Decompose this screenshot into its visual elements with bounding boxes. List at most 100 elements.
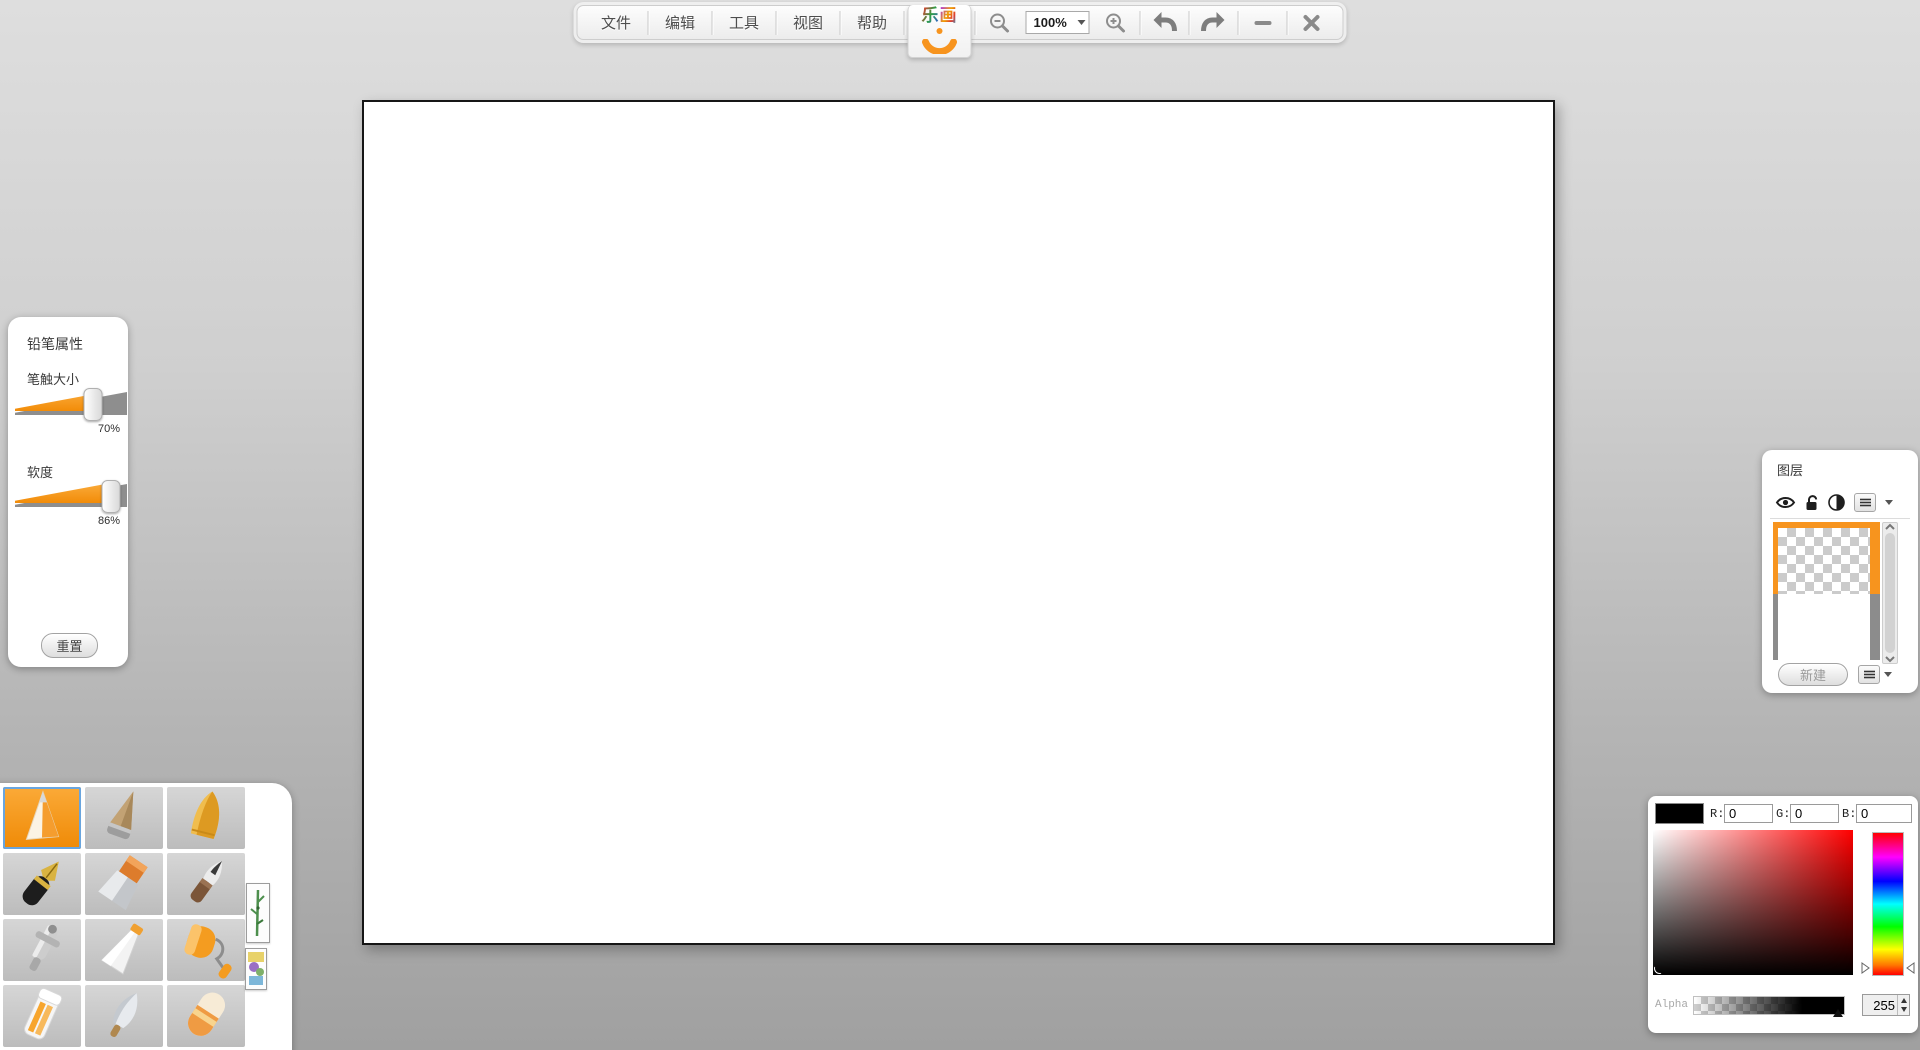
tool-palette-knife[interactable] bbox=[85, 985, 163, 1047]
main-toolbar: 文件 编辑 工具 视图 帮助 乐画 bbox=[574, 2, 1347, 43]
menu-edit[interactable]: 编辑 bbox=[650, 6, 711, 39]
chevron-down-icon[interactable] bbox=[1885, 500, 1893, 505]
preview-thumbnail-flower[interactable] bbox=[245, 948, 267, 990]
current-color-swatch bbox=[1655, 803, 1704, 824]
scroll-up-icon[interactable] bbox=[1885, 523, 1895, 531]
alpha-marker-icon[interactable] bbox=[1833, 1009, 1843, 1017]
contrast-icon[interactable] bbox=[1828, 494, 1845, 511]
undo-button[interactable] bbox=[1142, 6, 1188, 39]
chevron-down-icon bbox=[1078, 20, 1086, 25]
preview-thumbnail-bamboo[interactable] bbox=[246, 883, 270, 943]
slider-handle[interactable] bbox=[102, 480, 121, 513]
blue-label: B: bbox=[1842, 807, 1856, 821]
softness-value: 86% bbox=[98, 515, 120, 527]
menu-tools[interactable]: 工具 bbox=[714, 6, 775, 39]
panel-handle[interactable] bbox=[260, 803, 288, 859]
minimize-button[interactable] bbox=[1240, 6, 1286, 39]
unlock-icon[interactable] bbox=[1805, 495, 1819, 511]
alpha-value-field[interactable] bbox=[1863, 995, 1897, 1015]
color-cursor[interactable] bbox=[1654, 963, 1665, 974]
tool-airbrush[interactable] bbox=[3, 919, 81, 981]
hue-marker-left-icon[interactable] bbox=[1861, 962, 1870, 974]
toolbar-separator bbox=[1189, 11, 1190, 35]
toolbar-separator bbox=[904, 11, 905, 35]
paint-tube-icon bbox=[85, 919, 163, 981]
brush-size-slider[interactable] bbox=[15, 389, 127, 419]
zoom-in-button[interactable] bbox=[1093, 6, 1139, 39]
tool-paint-tube[interactable] bbox=[85, 919, 163, 981]
eraser-icon bbox=[167, 985, 245, 1047]
softness-label: 软度 bbox=[27, 462, 53, 481]
layer-options-icon bbox=[1864, 670, 1875, 679]
undo-icon bbox=[1152, 11, 1178, 34]
alpha-spinner bbox=[1862, 994, 1910, 1016]
minimize-icon bbox=[1254, 21, 1271, 25]
close-button[interactable] bbox=[1289, 6, 1335, 39]
scrollbar-thumb[interactable] bbox=[1885, 533, 1895, 653]
saturation-value-gradient[interactable] bbox=[1653, 830, 1853, 975]
green-label: G: bbox=[1776, 807, 1790, 821]
toolbar-separator bbox=[975, 11, 976, 35]
charcoal-pencil-icon bbox=[85, 787, 163, 849]
menu-help[interactable]: 帮助 bbox=[842, 6, 903, 39]
alpha-slider[interactable] bbox=[1693, 996, 1845, 1015]
layer-item-1[interactable] bbox=[1773, 522, 1880, 594]
slider-fill bbox=[15, 484, 111, 503]
crayon-icon bbox=[167, 787, 245, 849]
tool-charcoal-pencil[interactable] bbox=[85, 787, 163, 849]
green-value-field[interactable] bbox=[1790, 804, 1839, 823]
slider-handle[interactable] bbox=[84, 388, 103, 421]
app-logo: 乐画 bbox=[908, 5, 972, 58]
layer-item-2[interactable] bbox=[1773, 594, 1880, 660]
redo-button[interactable] bbox=[1191, 6, 1237, 39]
brush-size-value: 70% bbox=[98, 423, 120, 435]
tool-paste-stick[interactable] bbox=[3, 985, 81, 1047]
menu-view[interactable]: 视图 bbox=[778, 6, 839, 39]
reset-button[interactable]: 重置 bbox=[41, 633, 98, 658]
panel-handle[interactable] bbox=[1747, 486, 1775, 542]
zoom-level-select[interactable]: 100% bbox=[1026, 11, 1090, 34]
red-label: R: bbox=[1710, 807, 1724, 821]
new-layer-button[interactable]: 新建 bbox=[1778, 663, 1848, 686]
hue-slider[interactable] bbox=[1872, 832, 1904, 976]
panel-grip-icon bbox=[263, 807, 287, 863]
layers-toolbar bbox=[1775, 493, 1893, 512]
alpha-label: Alpha bbox=[1655, 999, 1688, 1011]
tool-pencil[interactable] bbox=[3, 787, 81, 849]
zoom-out-icon bbox=[989, 12, 1011, 34]
layer-options-button[interactable] bbox=[1858, 665, 1880, 684]
spinner-up-icon[interactable] bbox=[1901, 998, 1907, 1003]
panel-title: 铅笔属性 bbox=[27, 334, 83, 354]
close-icon bbox=[1303, 14, 1321, 32]
scroll-down-icon[interactable] bbox=[1885, 655, 1895, 663]
blue-value-field[interactable] bbox=[1856, 804, 1912, 823]
app-logo-text: 乐画 bbox=[909, 5, 971, 27]
visibility-eye-icon[interactable] bbox=[1775, 495, 1796, 510]
toolbar-separator bbox=[1238, 11, 1239, 35]
toolbar-separator bbox=[840, 11, 841, 35]
panel-title: 图层 bbox=[1777, 460, 1803, 479]
tool-flat-brush[interactable] bbox=[85, 853, 163, 915]
tool-ink-brush[interactable] bbox=[167, 853, 245, 915]
paint-roller-icon bbox=[167, 919, 245, 981]
layer-menu-button[interactable] bbox=[1854, 493, 1876, 512]
fountain-pen-icon bbox=[3, 853, 81, 915]
redo-icon bbox=[1201, 11, 1227, 34]
panel-grip-icon bbox=[1748, 490, 1772, 540]
flower-sketch-icon bbox=[246, 949, 266, 989]
chevron-down-icon[interactable] bbox=[1884, 672, 1892, 677]
drawing-canvas[interactable] bbox=[362, 100, 1555, 945]
tool-fountain-pen[interactable] bbox=[3, 853, 81, 915]
menu-file[interactable]: 文件 bbox=[586, 6, 647, 39]
ink-brush-icon bbox=[167, 853, 245, 915]
tool-eraser[interactable] bbox=[167, 985, 245, 1047]
divider bbox=[1770, 518, 1910, 519]
zoom-out-button[interactable] bbox=[977, 6, 1023, 39]
softness-slider[interactable] bbox=[15, 481, 127, 511]
layers-scrollbar[interactable] bbox=[1882, 522, 1898, 664]
red-value-field[interactable] bbox=[1724, 804, 1773, 823]
tool-crayon[interactable] bbox=[167, 787, 245, 849]
spinner-down-icon[interactable] bbox=[1901, 1007, 1907, 1012]
tool-paint-roller[interactable] bbox=[167, 919, 245, 981]
hue-marker-right-icon[interactable] bbox=[1906, 962, 1915, 974]
